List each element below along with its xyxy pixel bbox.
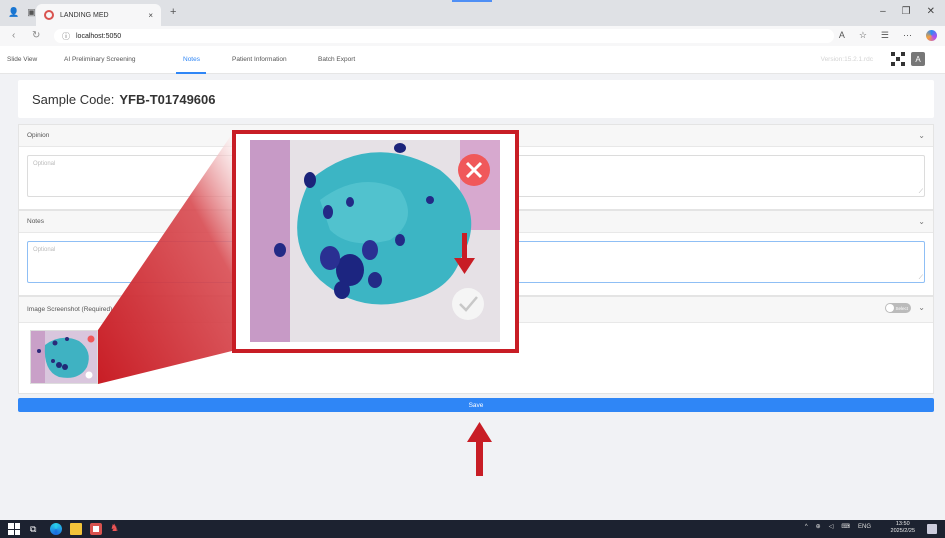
check-icon[interactable] xyxy=(85,371,93,379)
remove-icon[interactable] xyxy=(87,335,95,343)
browser-tab[interactable]: LANDING MED × xyxy=(36,4,161,26)
resize-grip-icon[interactable]: ⟋ xyxy=(919,275,923,282)
sample-code-label: Sample Code: xyxy=(32,91,115,107)
site-info-icon[interactable]: ⓘ xyxy=(62,31,70,42)
network-icon[interactable]: ⊕ xyxy=(816,523,821,530)
tab-ai-preliminary-screening[interactable]: AI Preliminary Screening xyxy=(64,56,136,63)
sample-code-value: YFB-T01749606 xyxy=(119,91,216,107)
tab-actions-icon[interactable]: ▣ xyxy=(27,7,36,18)
notification-icon[interactable] xyxy=(927,524,937,534)
toggle-knob xyxy=(886,304,894,312)
task-view-icon[interactable]: ⧉ xyxy=(30,523,42,535)
app-nav: Slide View AI Preliminary Screening Note… xyxy=(0,46,945,74)
address-bar-actions: A ☆ ☰ ⋯ xyxy=(839,30,937,41)
screenshot-thumbnail[interactable] xyxy=(30,330,98,384)
zoom-check-icon xyxy=(452,288,484,320)
opinion-placeholder: Optional xyxy=(33,161,56,167)
save-button[interactable]: Save xyxy=(18,398,934,412)
start-icon[interactable] xyxy=(8,523,20,535)
zoomed-cell-image xyxy=(250,140,500,342)
tab-batch-export[interactable]: Batch Export xyxy=(318,56,355,63)
tab-title: LANDING MED xyxy=(60,11,109,19)
refresh-icon[interactable]: ↻ xyxy=(32,30,40,41)
tab-close-icon[interactable]: × xyxy=(148,11,153,20)
qr-code-icon[interactable] xyxy=(891,52,905,66)
landing-app-icon[interactable] xyxy=(90,523,102,535)
minimize-icon[interactable]: – xyxy=(880,6,886,17)
opinion-title: Opinion xyxy=(27,132,50,139)
profile-icon[interactable]: 👤 xyxy=(8,7,19,18)
clock[interactable]: 13:50 2025/2/25 xyxy=(891,521,915,535)
version-label: Version:15.2.1.rdc xyxy=(820,56,873,63)
up-arrow-icon xyxy=(467,422,492,442)
volume-icon[interactable]: ◁ xyxy=(829,523,834,530)
chevron-down-icon[interactable]: ⌄ xyxy=(918,217,925,226)
chevron-down-icon[interactable]: ⌄ xyxy=(918,303,925,312)
back-icon[interactable]: ‹ xyxy=(12,30,15,41)
close-window-icon[interactable]: ✕ xyxy=(927,6,935,17)
keyboard-icon[interactable]: ⌨ xyxy=(841,523,850,530)
select-toggle[interactable]: Select xyxy=(885,303,911,313)
notes-title: Notes xyxy=(27,218,44,225)
edge-icon[interactable] xyxy=(50,523,62,535)
tab-patient-information[interactable]: Patient Information xyxy=(232,56,287,63)
os-taskbar: ⧉ ♞ ^ ⊕ ◁ ⌨ ENG 13:50 2025/2/25 xyxy=(0,520,945,538)
chevron-down-icon[interactable]: ⌄ xyxy=(918,131,925,140)
font-size-icon[interactable]: A xyxy=(911,52,925,66)
zoomed-screenshot xyxy=(250,140,500,342)
window-controls: – ❐ ✕ xyxy=(880,6,935,17)
cell-image xyxy=(31,331,97,383)
tab-bar-left-icons: 👤 ▣ xyxy=(8,7,36,18)
new-tab-button[interactable]: + xyxy=(170,6,176,18)
tab-slide-view[interactable]: Slide View xyxy=(7,56,37,63)
read-aloud-icon[interactable]: A xyxy=(839,30,845,41)
favorite-star-icon[interactable]: ☆ xyxy=(859,30,867,41)
sample-code-card: Sample Code: YFB-T01749606 xyxy=(18,80,934,118)
active-tab-underline xyxy=(176,72,206,74)
tab-bar-indicator xyxy=(452,0,492,2)
app-pinned-icon[interactable]: ♞ xyxy=(110,523,122,535)
language-indicator[interactable]: ENG xyxy=(858,524,871,530)
notes-placeholder: Optional xyxy=(33,247,56,253)
tray-chevron-icon[interactable]: ^ xyxy=(805,524,808,530)
clock-date: 2025/2/25 xyxy=(890,528,915,534)
url-text: localhost:5050 xyxy=(76,32,122,40)
toggle-label: Select xyxy=(895,305,908,311)
more-icon[interactable]: ⋯ xyxy=(903,30,912,41)
browser-tab-bar: 👤 ▣ LANDING MED × + – ❐ ✕ xyxy=(0,0,945,26)
resize-grip-icon[interactable]: ⟋ xyxy=(919,189,923,196)
restore-icon[interactable]: ❐ xyxy=(902,6,911,17)
copilot-icon[interactable] xyxy=(926,30,937,41)
zoom-callout-frame xyxy=(232,130,519,353)
file-explorer-icon[interactable] xyxy=(70,523,82,535)
favorites-icon[interactable]: ☰ xyxy=(881,30,889,41)
tab-notes[interactable]: Notes xyxy=(183,56,200,63)
clock-time: 13:50 xyxy=(895,521,910,527)
image-screenshot-title: Image Screenshot (Required) xyxy=(27,306,113,313)
address-bar[interactable]: ⓘ localhost:5050 xyxy=(54,29,834,43)
favicon-icon xyxy=(44,10,54,20)
address-bar-row: ‹ ↻ ⓘ localhost:5050 A ☆ ☰ ⋯ xyxy=(0,26,945,46)
